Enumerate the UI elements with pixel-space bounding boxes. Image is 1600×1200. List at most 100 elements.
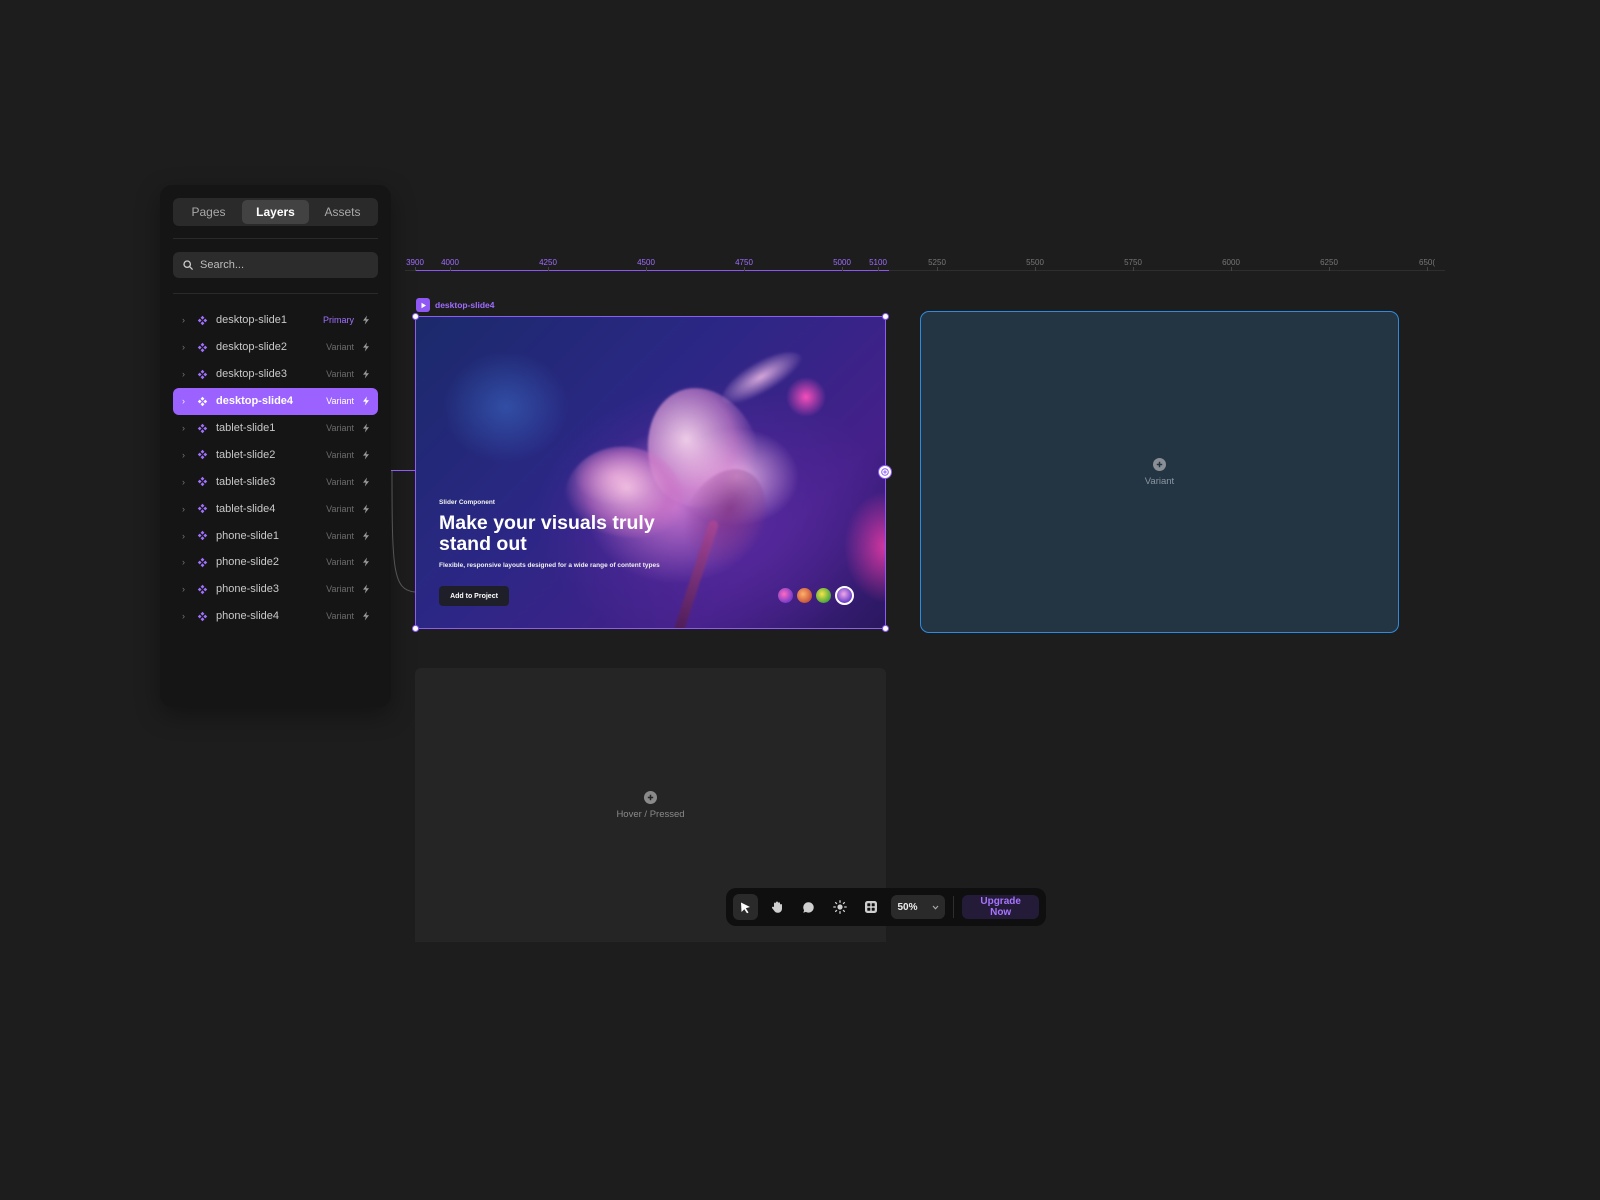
ruler-tick-label: 6250: [1320, 258, 1338, 267]
divider: [173, 293, 378, 294]
add-to-project-button[interactable]: Add to Project: [439, 586, 509, 606]
chevron-right-icon[interactable]: ›: [182, 315, 192, 325]
lightning-icon[interactable]: [362, 396, 370, 406]
lightning-icon[interactable]: [362, 531, 370, 541]
hero-eyebrow: Slider Component: [439, 499, 495, 506]
component-icon: [192, 396, 212, 407]
lightning-icon[interactable]: [362, 584, 370, 594]
lightning-icon[interactable]: [362, 504, 370, 514]
chevron-right-icon[interactable]: ›: [182, 584, 192, 594]
component-icon: [192, 449, 212, 460]
lightning-icon[interactable]: [362, 611, 370, 621]
slide-thumbnail[interactable]: [816, 588, 831, 603]
zoom-select[interactable]: 50%: [891, 895, 946, 919]
component-icon: [192, 315, 212, 326]
slide-thumbnail[interactable]: [778, 588, 793, 603]
frame-label[interactable]: desktop-slide4: [416, 298, 495, 312]
layer-badge: Variant: [326, 342, 354, 353]
chevron-right-icon[interactable]: ›: [182, 342, 192, 352]
design-canvas[interactable]: Pages Layers Assets › desktop-slide1 Prima…: [0, 0, 1600, 1200]
tab-assets[interactable]: Assets: [309, 200, 376, 224]
ruler-tick: [937, 267, 938, 271]
layer-row[interactable]: › tablet-slide3 Variant: [173, 468, 378, 495]
layer-name: desktop-slide4: [216, 395, 294, 408]
resize-handle-bottom-right[interactable]: [882, 625, 889, 632]
theme-toggle[interactable]: [827, 894, 852, 920]
slide-thumbnails: [778, 586, 854, 605]
layer-row[interactable]: › tablet-slide1 Variant: [173, 415, 378, 442]
ruler-tick: [646, 267, 647, 271]
layer-row[interactable]: › phone-slide3 Variant: [173, 576, 378, 603]
add-interaction-handle[interactable]: [878, 465, 892, 479]
hand-tool[interactable]: [764, 894, 789, 920]
component-icon: [192, 503, 212, 514]
slide-thumbnail[interactable]: [797, 588, 812, 603]
tab-layers[interactable]: Layers: [242, 200, 309, 224]
chevron-right-icon[interactable]: ›: [182, 477, 192, 487]
upgrade-now-button[interactable]: Upgrade Now: [962, 895, 1039, 919]
pointer-tool[interactable]: [733, 894, 759, 920]
layer-row[interactable]: › desktop-slide3 Variant: [173, 361, 378, 388]
add-variant-frame[interactable]: Variant: [920, 311, 1399, 633]
layer-row[interactable]: › tablet-slide4 Variant: [173, 495, 378, 522]
chevron-right-icon[interactable]: ›: [182, 504, 192, 514]
component-icon: [192, 369, 212, 380]
chevron-right-icon[interactable]: ›: [182, 369, 192, 379]
layer-name: tablet-slide2: [216, 448, 276, 461]
ruler-tick: [744, 267, 745, 271]
lightning-icon[interactable]: [362, 342, 370, 352]
chevron-right-icon[interactable]: ›: [182, 557, 192, 567]
lightning-icon[interactable]: [362, 557, 370, 567]
slide-frame-desktop-slide4[interactable]: Slider Component Make your visuals truly…: [415, 316, 886, 629]
layer-search[interactable]: [173, 252, 378, 278]
tab-pages[interactable]: Pages: [175, 200, 242, 224]
frame-name: desktop-slide4: [435, 300, 495, 310]
resize-handle-top-left[interactable]: [412, 313, 419, 320]
layer-badge: Variant: [326, 369, 354, 380]
lightning-icon[interactable]: [362, 315, 370, 325]
hand-icon: [771, 901, 782, 913]
zoom-value: 50%: [897, 901, 918, 913]
layer-list: › desktop-slide1 Primary › desktop-slide2 Var…: [173, 307, 378, 630]
resize-handle-top-right[interactable]: [882, 313, 889, 320]
plus-icon: [881, 468, 889, 476]
ruler-tick-label: 4250: [539, 258, 557, 267]
hero-title: Make your visuals truly stand out: [439, 512, 655, 555]
component-icon: [192, 342, 212, 353]
search-input[interactable]: [200, 259, 370, 271]
slide-thumbnail-active[interactable]: [835, 586, 854, 605]
layer-row[interactable]: › phone-slide4 Variant: [173, 603, 378, 630]
lightning-icon[interactable]: [362, 477, 370, 487]
grid-tool[interactable]: [858, 894, 883, 920]
lightning-icon[interactable]: [362, 450, 370, 460]
layer-row[interactable]: › desktop-slide4 Variant: [173, 387, 378, 415]
layer-row[interactable]: › desktop-slide2 Variant: [173, 334, 378, 361]
ruler-tick: [1231, 267, 1232, 271]
layer-name: tablet-slide4: [216, 502, 276, 515]
chevron-right-icon[interactable]: ›: [182, 611, 192, 621]
layer-badge: Variant: [326, 423, 354, 433]
hover-pressed-label: Hover / Pressed: [616, 808, 685, 820]
ruler-tick-label: 650(: [1418, 258, 1436, 267]
chevron-right-icon[interactable]: ›: [182, 396, 192, 406]
ruler-tick-label: 5500: [1026, 258, 1044, 267]
lightning-icon[interactable]: [362, 423, 370, 433]
ruler-tick: [1329, 267, 1330, 271]
layer-row[interactable]: › desktop-slide1 Primary: [173, 307, 378, 334]
ruler-tick-label: 3900: [406, 258, 424, 267]
ruler-tick-label: 4000: [441, 258, 459, 267]
ruler-selection-range: [415, 270, 889, 271]
ruler-tick: [415, 267, 416, 271]
layer-badge: Variant: [326, 584, 354, 595]
comment-tool[interactable]: [796, 894, 821, 920]
prototype-connector-curve: [391, 470, 416, 593]
layer-row[interactable]: › phone-slide1 Variant: [173, 522, 378, 549]
lightning-icon[interactable]: [362, 369, 370, 379]
chevron-right-icon[interactable]: ›: [182, 423, 192, 433]
layer-row[interactable]: › phone-slide2 Variant: [173, 549, 378, 576]
chevron-right-icon[interactable]: ›: [182, 450, 192, 460]
chevron-right-icon[interactable]: ›: [182, 531, 192, 541]
resize-handle-bottom-left[interactable]: [412, 625, 419, 632]
layer-row[interactable]: › tablet-slide2 Variant: [173, 441, 378, 468]
toolbar-divider: [953, 896, 955, 918]
